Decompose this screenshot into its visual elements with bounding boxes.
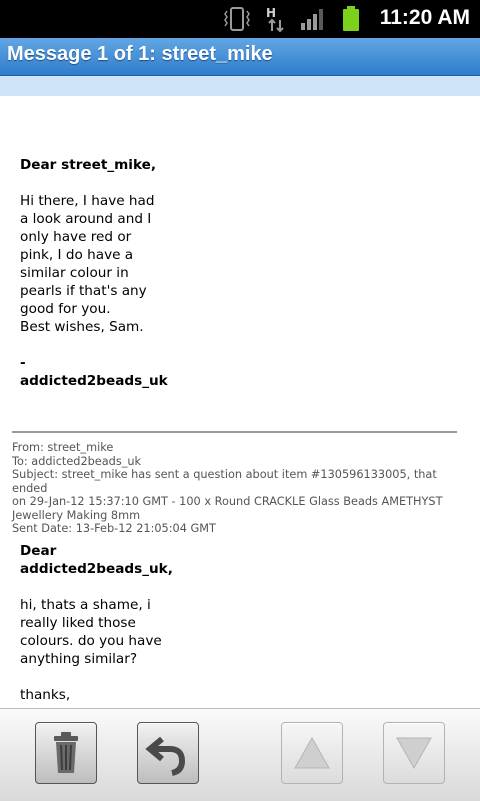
signature-dash: -: [20, 355, 26, 371]
quoted-from: From: street_mike: [12, 441, 114, 454]
battery-icon: [340, 5, 362, 37]
title-bar: Message 1 of 1: street_mike: [0, 38, 480, 76]
delete-button[interactable]: [35, 722, 97, 784]
quoted-line: hi, thats a shame, i: [20, 597, 151, 613]
quoted-subject-cont: Jewellery Making 8mm: [12, 508, 141, 522]
message-line: a look around and I: [20, 211, 152, 227]
bottom-toolbar: [0, 708, 480, 801]
quoted-header: From: street_mike To: addicted2beads_uk …: [12, 441, 462, 536]
message-line: similar colour in: [20, 265, 129, 281]
reply-button[interactable]: [137, 722, 199, 784]
message-line: pearls if that's any: [20, 283, 147, 299]
up-arrow-icon: [294, 736, 330, 769]
quoted-greeting: Dear: [20, 543, 57, 559]
status-bar: H 11:20 AM: [0, 0, 480, 38]
quoted-subject-cont: on 29-Jan-12 15:37:10 GMT - 100 x Round …: [12, 495, 443, 508]
message-line: good for you.: [20, 301, 111, 317]
message-content[interactable]: Dear street_mike, Hi there, I have had a…: [0, 96, 480, 708]
data-transfer-icon: H: [264, 5, 292, 37]
previous-message-button[interactable]: [281, 722, 343, 784]
quoted-line: really liked those: [20, 615, 136, 631]
quote-divider: [12, 431, 457, 433]
page-title: Message 1 of 1: street_mike: [7, 43, 273, 65]
message-signature: addicted2beads_uk: [20, 373, 168, 389]
message-line: Hi there, I have had: [20, 193, 155, 209]
quoted-line: anything similar?: [20, 651, 138, 667]
quoted-subject: Subject: street_mike has sent a question…: [12, 468, 437, 495]
quoted-closing: thanks,: [20, 687, 71, 703]
status-time: 11:20 AM: [379, 6, 470, 29]
quoted-line: colours. do you have: [20, 633, 162, 649]
message-greeting: Dear street_mike,: [20, 157, 157, 173]
message-line: pink, I do have a: [20, 247, 134, 263]
reply-arrow-icon: [145, 736, 186, 776]
down-arrow-icon: [396, 737, 432, 770]
trash-icon: [54, 732, 78, 773]
message-body: Dear street_mike, Hi there, I have had a…: [20, 156, 170, 390]
message-line: Best wishes, Sam.: [20, 319, 144, 335]
signal-icon: [300, 5, 328, 37]
quoted-to: To: addicted2beads_uk: [12, 454, 142, 468]
next-message-button[interactable]: [383, 722, 445, 784]
quoted-sent-date: Sent Date: 13-Feb-12 21:05:04 GMT: [12, 522, 216, 535]
vibrate-icon: [222, 5, 252, 37]
quoted-body: Dear addicted2beads_uk, hi, thats a sham…: [20, 542, 173, 704]
quoted-greeting-name: addicted2beads_uk,: [20, 561, 173, 577]
title-sub-strip: [0, 76, 480, 96]
network-type-label: H: [266, 6, 276, 20]
message-line: only have red or: [20, 229, 132, 245]
